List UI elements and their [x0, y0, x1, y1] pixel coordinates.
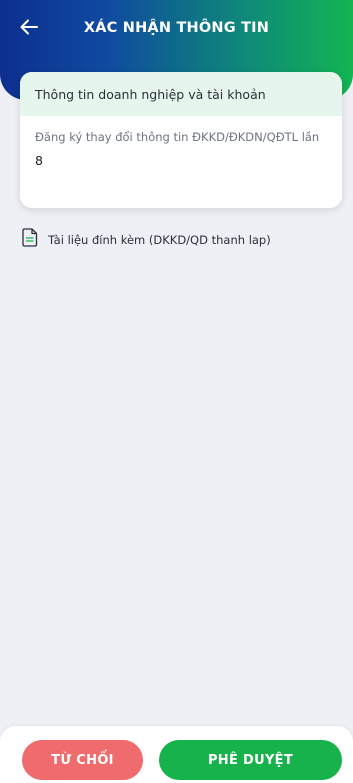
info-card: Thông tin doanh nghiệp và tài khoản Đăng…: [20, 72, 342, 208]
attachment-link[interactable]: Tài liệu đính kèm (DKKD/QD thanh lap): [22, 228, 271, 251]
reject-button[interactable]: TỪ CHỐI: [22, 740, 143, 780]
approve-button[interactable]: PHÊ DUYỆT: [159, 740, 342, 780]
field-value: 8: [35, 153, 43, 168]
field-label: Đăng ký thay đổi thông tin ĐKKD/ĐKDN/QĐT…: [35, 130, 320, 144]
card-heading: Thông tin doanh nghiệp và tài khoản: [20, 72, 342, 116]
page-title: XÁC NHẬN THÔNG TIN: [83, 20, 270, 36]
action-bar: TỪ CHỐI PHÊ DUYỆT: [0, 726, 353, 783]
document-icon: [22, 228, 38, 251]
attachment-label: Tài liệu đính kèm (DKKD/QD thanh lap): [48, 232, 271, 247]
card-body: Đăng ký thay đổi thông tin ĐKKD/ĐKDN/QĐT…: [20, 116, 342, 168]
